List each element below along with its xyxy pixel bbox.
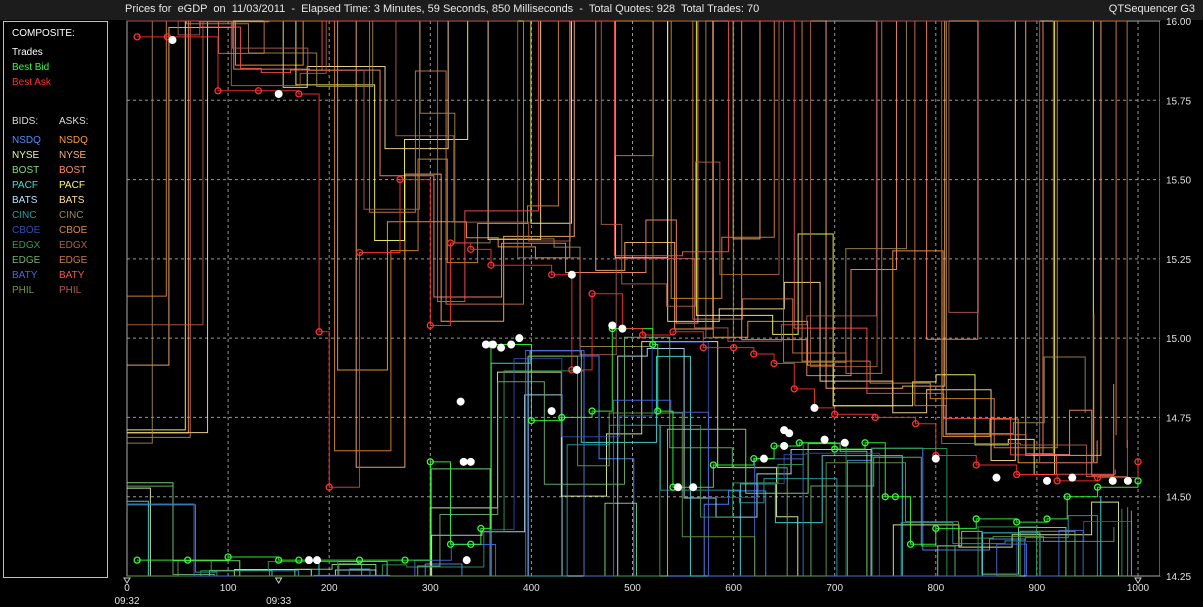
- trade-point: [1123, 476, 1132, 485]
- x-tick-label: 600: [725, 583, 742, 594]
- trade-point: [1108, 476, 1117, 485]
- x-tick-label: 800: [927, 583, 944, 594]
- x-tick-label: 200: [321, 583, 338, 594]
- x-tick-label: 500: [624, 583, 641, 594]
- time-label: 09:32: [114, 596, 139, 607]
- y-tick-label: 15.25: [1166, 255, 1191, 266]
- trade-point: [567, 270, 576, 279]
- x-tick-label: 1000: [1127, 583, 1150, 594]
- x-tick-label: 300: [422, 583, 439, 594]
- trade-point: [820, 435, 829, 444]
- trade-point: [840, 438, 849, 447]
- x-tick-label: 100: [220, 583, 237, 594]
- trade-point: [608, 321, 617, 330]
- x-tick-label: 400: [523, 583, 540, 594]
- plot-area: [126, 20, 1161, 577]
- trade-point: [992, 473, 1001, 482]
- trade-point: [673, 483, 682, 492]
- y-tick-label: 15.50: [1166, 176, 1191, 187]
- trade-point: [810, 403, 819, 412]
- trade-point: [618, 324, 627, 333]
- price-chart: 16.00 15.75 15.50 15.25 15.00 14.75 14.50 14.25…: [114, 17, 1203, 607]
- trade-point: [689, 483, 698, 492]
- x-tick-label: 700: [826, 583, 843, 594]
- trade-point: [1068, 473, 1077, 482]
- y-tick-label: 14.50: [1166, 493, 1191, 504]
- trade-point: [304, 556, 313, 565]
- x-tick-label: 0: [124, 583, 130, 594]
- trade-point: [466, 457, 475, 466]
- trade-point: [168, 36, 177, 45]
- y-tick-label: 14.25: [1166, 572, 1191, 583]
- y-tick-label: 15.75: [1166, 96, 1191, 107]
- trade-point: [497, 343, 506, 352]
- trade-point: [759, 454, 768, 463]
- trade-point: [456, 397, 465, 406]
- trade-point: [931, 454, 940, 463]
- trade-point: [462, 556, 471, 565]
- x-tick-label: 900: [1029, 583, 1046, 594]
- trade-point: [515, 334, 524, 343]
- trade-point: [488, 340, 497, 349]
- trade-point: [547, 407, 556, 416]
- trade-point: [481, 340, 490, 349]
- time-label: 09:33: [266, 596, 291, 607]
- trade-point: [313, 556, 322, 565]
- trade-point: [780, 441, 789, 450]
- trade-point: [785, 429, 794, 438]
- time-marker: [274, 577, 283, 584]
- y-tick-label: 15.00: [1166, 334, 1191, 345]
- y-tick-label: 16.00: [1166, 17, 1191, 28]
- trade-point: [274, 89, 283, 98]
- trade-point: [572, 365, 581, 374]
- trade-point: [1043, 476, 1052, 485]
- trade-point: [507, 340, 516, 349]
- trade-point: [459, 457, 468, 466]
- y-tick-label: 14.75: [1166, 413, 1191, 424]
